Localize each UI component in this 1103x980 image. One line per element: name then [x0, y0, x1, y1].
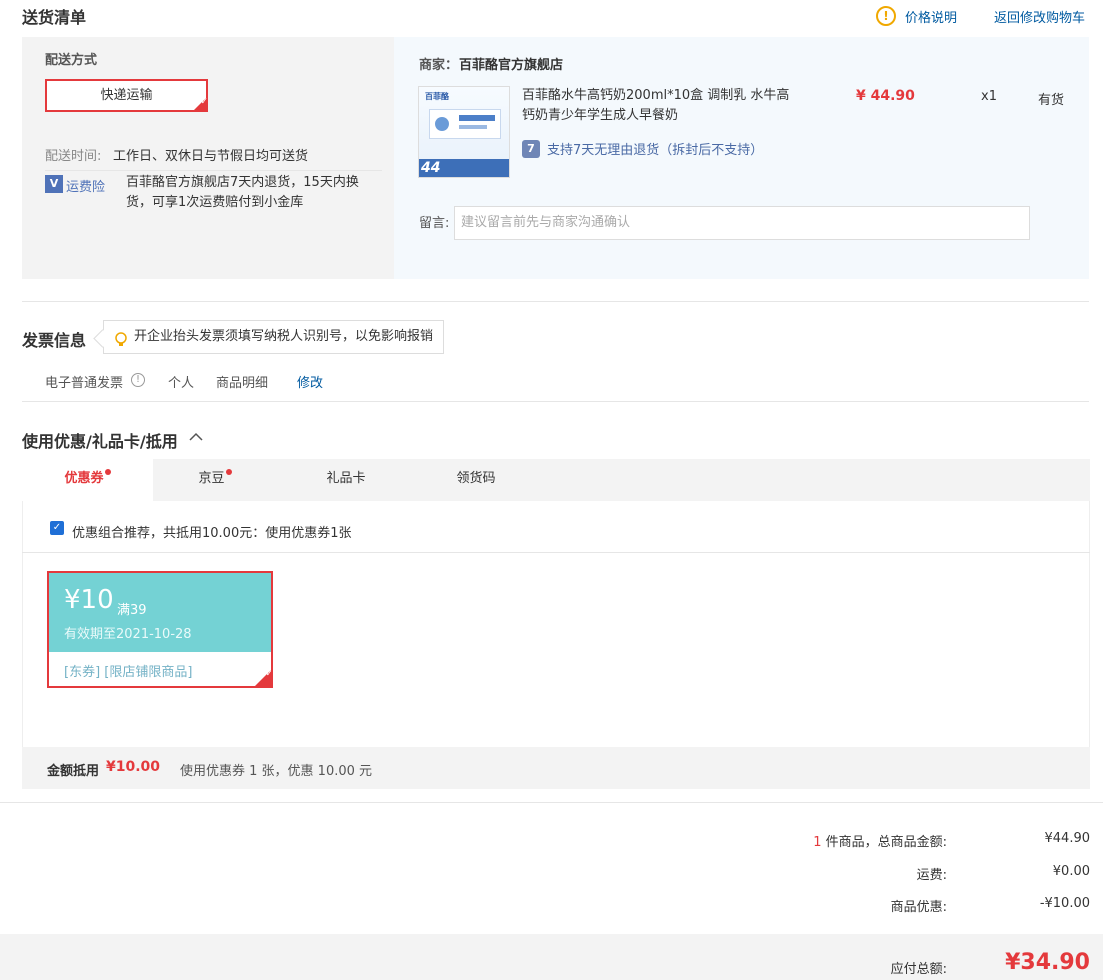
back-to-cart-link[interactable]: 返回修改购物车 — [994, 7, 1085, 26]
shop-label: 商家： — [419, 58, 459, 73]
divider — [45, 170, 382, 171]
tab-redeem-code[interactable]: 领货码 — [414, 459, 538, 501]
shield-icon: V — [45, 175, 63, 193]
delivery-time-label: 配送时间: — [45, 149, 102, 164]
tab-jingdou-label: 京豆 — [198, 471, 225, 486]
product-brand-mark: 百菲酪 — [425, 92, 449, 101]
shipping-label: 运费: — [916, 868, 947, 883]
product-badge: 44 — [421, 160, 441, 176]
coupon-tags: [东券] [限店铺限商品] — [64, 665, 193, 680]
invoice-holder: 个人 — [168, 376, 195, 391]
recommend-checkbox[interactable]: ✓ — [50, 521, 64, 535]
tab-gift-card[interactable]: 礼品卡 — [284, 459, 408, 501]
express-shipping-label: 快递运输 — [100, 88, 153, 103]
product-title[interactable]: 百菲酪水牛高钙奶200ml*10盒 调制乳 水牛高钙奶青少年学生成人早餐奶 — [522, 86, 802, 126]
shipping-insurance-label[interactable]: 运费险 — [66, 176, 105, 195]
coupon-card[interactable]: ¥10 满39 有效期至2021-10-28 [东券] [限店铺限商品] — [47, 571, 273, 688]
tab-redeem-code-label: 领货码 — [456, 471, 496, 486]
payable-value: ¥34.90 — [1005, 950, 1090, 975]
invoice-title: 发票信息 — [22, 331, 87, 350]
message-label: 留言: — [419, 216, 450, 231]
discount-title: 使用优惠/礼品卡/抵用 — [22, 432, 178, 451]
page-title: 送货清单 — [22, 8, 87, 27]
product-discount-label: 商品优惠: — [890, 900, 947, 915]
info-icon[interactable]: ! — [131, 373, 145, 387]
coupon-condition: 满39 — [117, 603, 147, 618]
tab-coupon[interactable]: 优惠券 — [22, 459, 153, 501]
deduct-amount: ¥10.00 — [106, 759, 161, 775]
selected-check-icon — [254, 669, 271, 686]
shop-name[interactable]: 百菲酪官方旗舰店 — [459, 54, 563, 73]
tab-coupon-label: 优惠券 — [64, 471, 104, 486]
invoice-content: 商品明细 — [216, 376, 269, 391]
discount-tabs: 优惠券 京豆 礼品卡 领货码 — [22, 459, 1090, 501]
shipping-insurance-text: 百菲酪官方旗舰店7天内退货，15天内换货，可享1次运费赔付到小金库 — [126, 175, 359, 210]
price-info-link[interactable]: 价格说明 — [905, 7, 957, 26]
message-input[interactable]: 建议留言前先与商家沟通确认 — [454, 206, 1030, 240]
product-price: ¥ 44.90 — [856, 88, 915, 104]
divider — [22, 552, 1090, 553]
goods-total-label: 1 件商品，总商品金额: — [813, 831, 947, 850]
section-divider — [22, 401, 1089, 402]
coupon-header: ¥10 满39 有效期至2021-10-28 — [49, 573, 271, 652]
lightbulb-icon — [114, 329, 128, 346]
coupon-validity: 有效期至2021-10-28 — [64, 627, 192, 642]
delivery-method-label: 配送方式 — [45, 53, 98, 68]
payable-label: 应付总额: — [890, 962, 947, 977]
item-count: 1 — [813, 835, 822, 850]
recommend-text: 优惠组合推荐，共抵用10.00元：使用优惠券1张 — [72, 526, 352, 541]
section-divider — [22, 301, 1089, 302]
coupon-amount: ¥10 — [64, 585, 114, 615]
product-image[interactable]: 百菲酪 44 — [418, 86, 510, 178]
invoice-tip-text: 开企业抬头发票须填写纳税人识别号，以免影响报销 — [134, 329, 434, 344]
item-count-text: 件商品，总商品金额: — [825, 835, 947, 850]
invoice-type: 电子普通发票 — [45, 376, 124, 391]
tab-jingdou[interactable]: 京豆 — [153, 459, 277, 501]
goods-total-value: ¥44.90 — [1044, 831, 1091, 846]
deduct-detail: 使用优惠券 1 张，优惠 10.00 元 — [180, 764, 373, 779]
new-dot — [104, 469, 111, 475]
delivery-time-value: 工作日、双休日与节假日均可送货 — [113, 149, 309, 164]
product-quantity: x1 — [981, 89, 997, 104]
return-policy-text: 支持7天无理由退货（拆封后不支持） — [547, 143, 764, 158]
chevron-up-icon[interactable] — [188, 429, 204, 445]
invoice-edit-link[interactable]: 修改 — [297, 372, 323, 391]
new-dot — [225, 469, 232, 475]
seven-day-return-icon: 7 — [522, 140, 540, 158]
tab-gift-card-label: 礼品卡 — [326, 471, 366, 486]
stock-status: 有货 — [1038, 93, 1065, 108]
selected-check-icon — [193, 97, 208, 111]
warning-icon: ! — [876, 6, 896, 26]
express-shipping-option[interactable]: 快递运输 — [45, 79, 208, 112]
shipping-value: ¥0.00 — [1052, 864, 1090, 879]
product-discount-value: -¥10.00 — [1039, 896, 1090, 911]
divider — [0, 802, 1103, 803]
deduct-label: 金额抵用 — [47, 764, 100, 779]
invoice-tip: 开企业抬头发票须填写纳税人识别号，以免影响报销 — [103, 320, 445, 354]
